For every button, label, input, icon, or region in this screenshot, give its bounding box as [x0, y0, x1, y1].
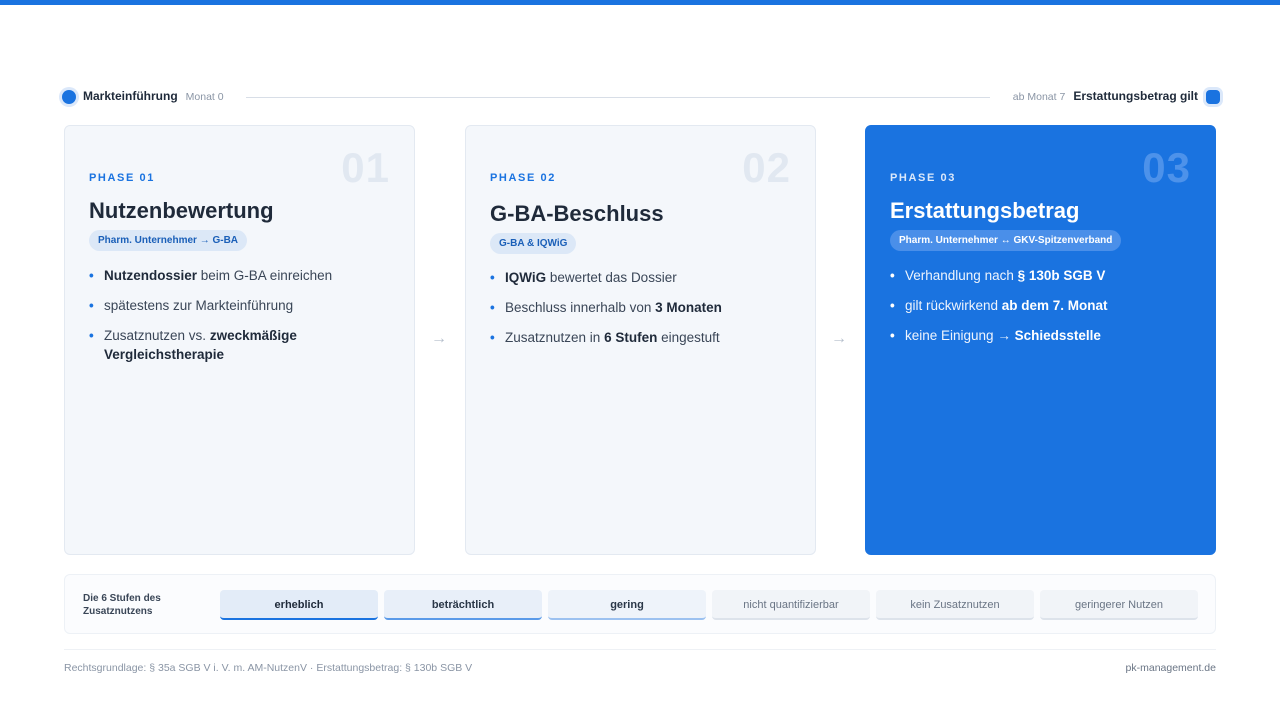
phase-number: 02 [742, 144, 791, 191]
timeline-line [246, 97, 990, 98]
timeline-start-label: Markteinführung [83, 89, 178, 103]
stage-nicht-quantifizierbar: nicht quantifizierbar [712, 590, 870, 620]
stage-gering: gering [548, 590, 706, 620]
bullet-item: Beschluss innerhalb von 3 Monaten [490, 298, 790, 317]
phase-label: PHASE 01 [89, 172, 155, 184]
bullet-item: keine Einigung → Schiedsstelle [890, 326, 1190, 345]
stage-kein-zusatznutzen: kein Zusatznutzen [876, 590, 1034, 620]
timeline-end-sub: ab Monat 7 [1012, 91, 1066, 103]
phase-card-3: 03 PHASE 03 Erstattungsbetrag Pharm. Unt… [865, 125, 1216, 555]
stage-erheblich: erheblich [220, 590, 378, 620]
phase-label: PHASE 03 [890, 172, 956, 184]
phase-bullets: IQWiG bewertet das Dossier Beschluss inn… [490, 268, 790, 358]
phase-number: 01 [341, 144, 390, 191]
stage-betraechtlich: beträchtlich [384, 590, 542, 620]
footer-domain: pk-management.de [1125, 662, 1216, 674]
timeline-end-marker [1206, 90, 1220, 104]
stage-geringerer-nutzen: geringerer Nutzen [1040, 590, 1198, 620]
phase-title: Nutzenbewertung [89, 198, 274, 223]
bullet-item: Nutzendossier beim G-BA einreichen [89, 266, 389, 285]
timeline-end-label: Erstattungsbetrag gilt [1073, 89, 1198, 103]
phase-title: G-BA-Beschluss [490, 201, 664, 226]
top-accent-bar [0, 0, 1280, 5]
bullet-item: IQWiG bewertet das Dossier [490, 268, 790, 287]
timeline-start: Markteinführung Monat 0 [83, 89, 224, 103]
timeline-end: ab Monat 7 Erstattungsbetrag gilt [1013, 89, 1198, 103]
bullet-item: Zusatznutzen in 6 Stufen eingestuft [490, 328, 790, 347]
stages-label: Die 6 Stufen des Zusatznutzens [83, 593, 161, 617]
phase-label: PHASE 02 [490, 172, 556, 184]
phase-title: Erstattungsbetrag [890, 198, 1080, 223]
phase-bullets: Verhandlung nach § 130b SGB V gilt rückw… [890, 266, 1190, 356]
timeline-start-sub: Monat 0 [185, 91, 224, 103]
phase-card-2: 02 PHASE 02 G-BA-Beschluss G-BA & IQWiG … [465, 125, 816, 555]
phase-bullets: Nutzendossier beim G-BA einreichen späte… [89, 266, 389, 375]
footer-divider [64, 649, 1216, 650]
phase-card-1: 01 PHASE 01 Nutzenbewertung Pharm. Unter… [64, 125, 415, 555]
phase-number: 03 [1142, 144, 1191, 191]
phase-actor-badge: G-BA & IQWiG [490, 233, 577, 254]
timeline-start-dot [62, 90, 76, 104]
bullet-item: Verhandlung nach § 130b SGB V [890, 266, 1190, 285]
arrow-right-icon: → [831, 330, 847, 347]
bullet-item: Zusatznutzen vs. zweckmäßige Vergleichst… [89, 326, 389, 364]
footer-legal-basis: Rechtsgrundlage: § 35a SGB V i. V. m. AM… [64, 662, 473, 674]
phase-actor-badge: Pharm. Unternehmer → G-BA [89, 230, 248, 251]
bullet-item: spätestens zur Markteinführung [89, 296, 389, 315]
arrow-right-icon: → [431, 330, 447, 347]
timeline: Markteinführung Monat 0 ab Monat 7 Ersta… [62, 88, 1220, 106]
stages-panel: Die 6 Stufen des Zusatznutzens erheblich… [64, 574, 1216, 634]
phase-actor-badge: Pharm. Unternehmer ↔ GKV-Spitzenverband [890, 230, 1122, 251]
bullet-item: gilt rückwirkend ab dem 7. Monat [890, 296, 1190, 315]
